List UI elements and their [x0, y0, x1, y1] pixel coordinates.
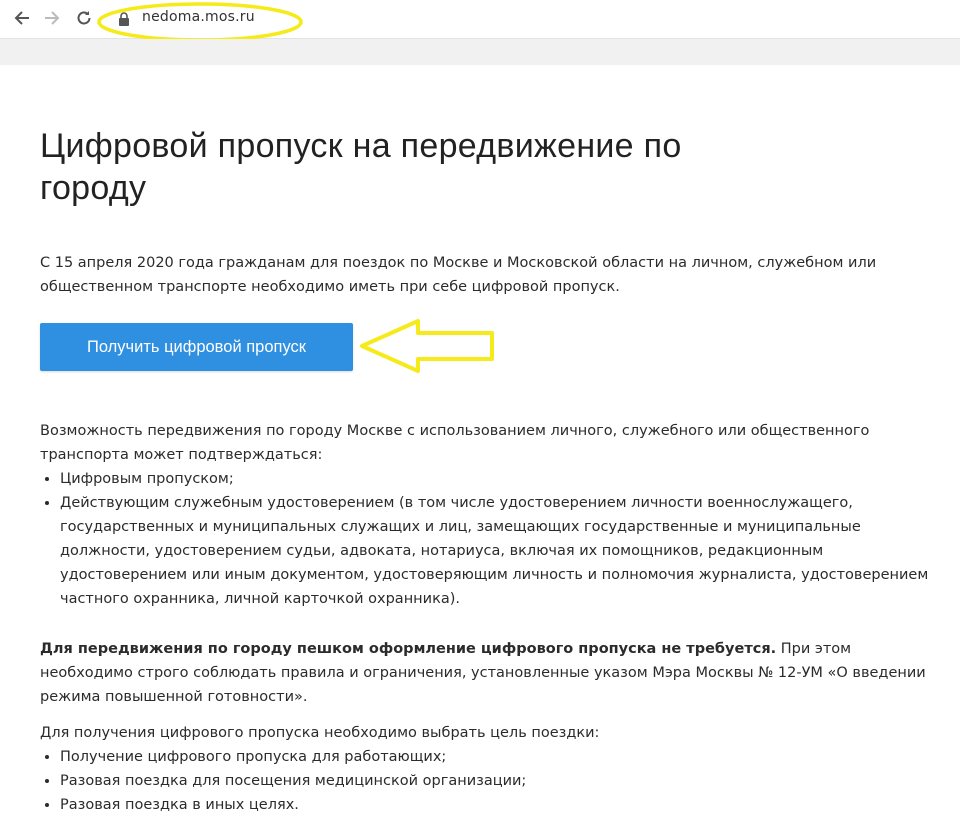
address-bar-url[interactable]: nedoma.mos.ru [142, 9, 255, 25]
confirm-list: Цифровым пропуском; Действующим служебны… [40, 467, 930, 611]
list-item: Цифровым пропуском; [60, 467, 930, 491]
browser-toolbar: nedoma.mos.ru [0, 0, 960, 42]
walking-section: Для передвижения по городу пешком оформл… [40, 637, 930, 709]
bookmarks-strip [0, 39, 960, 65]
list-item: Получение цифрового пропуска для работаю… [60, 745, 930, 769]
purpose-text: Для получения цифрового пропуска необход… [40, 725, 600, 741]
back-arrow-icon[interactable] [10, 6, 34, 30]
list-item: Действующим служебным удостоверением (в … [60, 491, 930, 611]
reload-icon[interactable] [72, 6, 96, 30]
highlight-arrow-icon [360, 319, 494, 373]
list-item: Разовая поездка в иных целях. [60, 793, 930, 817]
page-title: Цифровой пропуск на передвижение по горо… [40, 127, 682, 207]
cta-row: Получить цифровой пропуск [40, 319, 930, 373]
confirm-section: Возможность передвижения по городу Москв… [40, 419, 930, 611]
walking-text: Для передвижения по городу пешком оформл… [40, 637, 930, 709]
page-body: Цифровой пропуск на передвижение по горо… [0, 65, 960, 818]
walking-bold-text: Для передвижения по городу пешком оформл… [40, 641, 777, 657]
forward-arrow-icon[interactable] [40, 6, 64, 30]
lock-icon [118, 11, 130, 26]
purpose-list: Получение цифрового пропуска для работаю… [40, 745, 930, 817]
get-pass-button[interactable]: Получить цифровой пропуск [40, 323, 353, 371]
purpose-section: Для получения цифрового пропуска необход… [40, 721, 930, 817]
confirm-text: Возможность передвижения по городу Москв… [40, 423, 870, 463]
list-item: Разовая поездка для посещения медицинско… [60, 769, 930, 793]
intro-text: С 15 апреля 2020 года гражданам для поез… [40, 255, 877, 295]
